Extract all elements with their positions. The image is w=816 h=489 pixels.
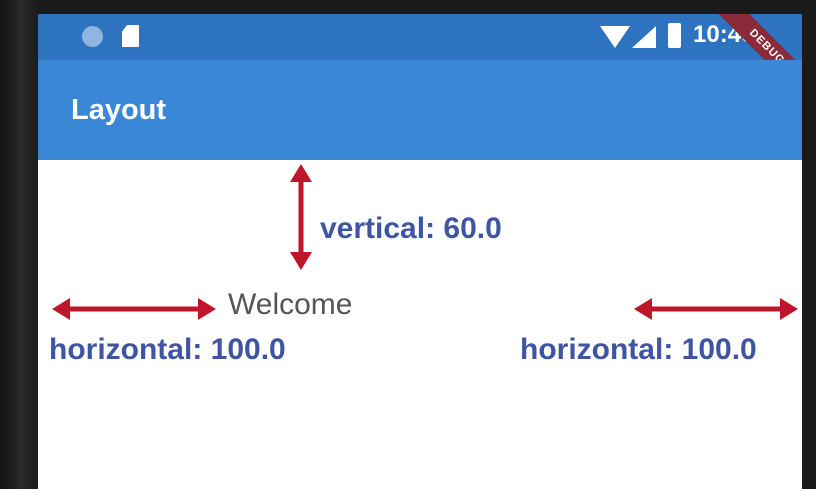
content-area: vertical: 60.0 Welcome horizontal: 100.0… bbox=[38, 160, 802, 489]
app-bar-title: Layout bbox=[71, 94, 167, 126]
left-horizontal-arrow-icon bbox=[52, 298, 216, 320]
circle-icon bbox=[82, 26, 103, 47]
horizontal-padding-right-label: horizontal: 100.0 bbox=[520, 333, 757, 366]
vertical-padding-label: vertical: 60.0 bbox=[320, 212, 502, 245]
phone-bezel-right bbox=[802, 0, 816, 489]
phone-bezel-top bbox=[0, 0, 816, 14]
sd-card-icon bbox=[122, 25, 139, 47]
right-horizontal-arrow-icon bbox=[634, 298, 798, 320]
status-bar: 10:40 DEBUG bbox=[38, 14, 802, 108]
battery-icon bbox=[668, 23, 681, 48]
phone-frame: 10:40 DEBUG Layout vertical: 60.0 Welcom… bbox=[0, 0, 816, 489]
app-bar: Layout bbox=[38, 60, 802, 160]
device-screen: 10:40 DEBUG Layout vertical: 60.0 Welcom… bbox=[38, 14, 802, 489]
vertical-arrow-icon bbox=[290, 164, 312, 270]
horizontal-padding-left-label: horizontal: 100.0 bbox=[49, 333, 286, 366]
welcome-text: Welcome bbox=[228, 288, 353, 321]
wifi-icon bbox=[600, 26, 630, 48]
signal-icon bbox=[632, 26, 656, 48]
phone-bezel-left bbox=[0, 0, 38, 489]
